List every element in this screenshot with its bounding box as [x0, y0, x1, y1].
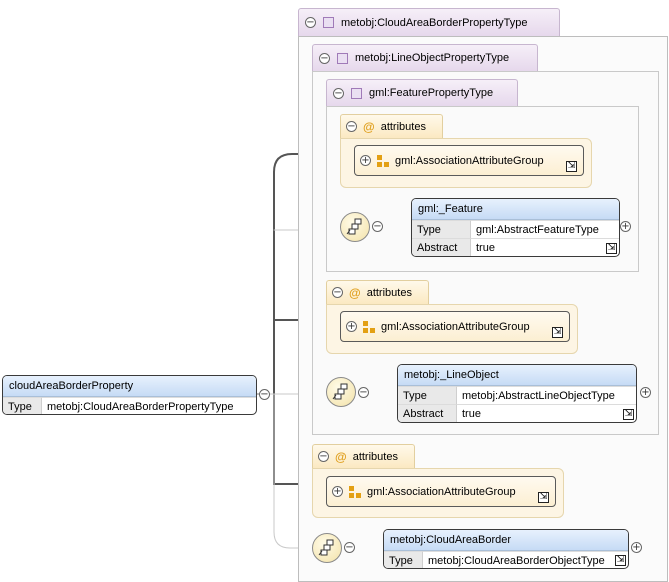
collapse-icon[interactable]: − — [332, 287, 343, 298]
attribute-group-label: gml:AssociationAttributeGroup — [381, 320, 530, 333]
collapse-icon[interactable]: − — [319, 52, 330, 64]
expand-icon[interactable]: + — [640, 387, 651, 398]
attributes-tab: − @ attributes — [312, 444, 415, 468]
complex-type-icon — [323, 17, 334, 28]
element-card-line-object[interactable]: metobj:_LineObject Type metobj:AbstractLi… — [397, 364, 637, 423]
type-key: Type — [412, 220, 471, 238]
element-card-feature[interactable]: gml:_Feature Type gml:AbstractFeatureType… — [411, 198, 620, 257]
expand-icon[interactable]: + — [620, 221, 631, 232]
link-arrow-icon[interactable]: ⇲ — [606, 243, 617, 254]
collapse-icon[interactable]: − — [358, 387, 369, 398]
attribute-group-label: gml:AssociationAttributeGroup — [367, 485, 516, 498]
link-arrow-icon[interactable]: ⇲ — [566, 161, 577, 172]
element-card-cloud-area-border[interactable]: metobj:CloudAreaBorder Type metobj:CloudA… — [383, 529, 629, 569]
complex-type-label: metobj:LineObjectPropertyType — [355, 52, 510, 64]
complex-type-icon — [337, 52, 348, 64]
link-arrow-icon[interactable]: ⇲ — [623, 409, 634, 420]
complex-type-tab-1: − metobj:LineObjectPropertyType — [312, 44, 538, 71]
element-name: metobj:_LineObject — [398, 365, 636, 386]
type-key: Type — [384, 551, 423, 568]
complex-type-icon — [351, 87, 362, 99]
expand-icon[interactable]: + — [332, 486, 343, 497]
attribute-group-label: gml:AssociationAttributeGroup — [395, 154, 544, 167]
abstract-value: true — [457, 404, 636, 422]
attributes-tab: − @ attributes — [326, 280, 429, 304]
element-name: gml:_Feature — [412, 199, 619, 220]
expand-icon[interactable]: + — [631, 542, 642, 553]
sequence-icon — [312, 533, 342, 563]
collapse-icon[interactable]: − — [305, 17, 316, 28]
link-arrow-icon[interactable]: ⇲ — [615, 555, 626, 566]
collapse-icon[interactable]: − — [344, 542, 355, 553]
complex-type-tab-2: − gml:FeaturePropertyType — [326, 79, 518, 106]
root-element-card[interactable]: cloudAreaBorderProperty Type metobj:Cloud… — [2, 375, 257, 415]
attribute-group-box[interactable]: + gml:AssociationAttributeGroup ⇲ — [326, 476, 556, 507]
sequence-icon — [326, 377, 356, 407]
attribute-group-icon — [377, 154, 389, 167]
type-key: Type — [398, 386, 457, 404]
complex-type-label: metobj:CloudAreaBorderPropertyType — [341, 16, 528, 29]
type-key: Type — [3, 397, 42, 414]
attributes-label: attributes — [380, 120, 426, 133]
element-name: metobj:CloudAreaBorder — [384, 530, 628, 551]
attribute-icon: @ — [349, 285, 361, 300]
link-arrow-icon[interactable]: ⇲ — [538, 492, 549, 503]
collapse-icon[interactable]: − — [259, 389, 270, 400]
attributes-label: attributes — [366, 286, 412, 299]
collapse-icon[interactable]: − — [346, 121, 357, 132]
collapse-icon[interactable]: − — [333, 87, 344, 99]
attribute-group-icon — [363, 320, 375, 333]
attribute-group-icon — [349, 485, 361, 498]
abstract-value: true — [471, 238, 619, 256]
type-value: metobj:CloudAreaBorderPropertyType — [42, 397, 256, 414]
abstract-key: Abstract — [398, 404, 457, 422]
attributes-tab: − @ attributes — [340, 114, 443, 138]
attributes-label: attributes — [352, 450, 398, 463]
complex-type-tab-0: − metobj:CloudAreaBorderPropertyType — [298, 8, 560, 36]
attribute-group-box[interactable]: + gml:AssociationAttributeGroup ⇲ — [354, 145, 584, 176]
root-element-name: cloudAreaBorderProperty — [3, 376, 256, 397]
complex-type-label: gml:FeaturePropertyType — [369, 87, 494, 99]
attribute-icon: @ — [363, 119, 375, 134]
type-value: gml:AbstractFeatureType — [471, 220, 619, 238]
sequence-icon — [340, 212, 370, 242]
attribute-group-box[interactable]: + gml:AssociationAttributeGroup ⇲ — [340, 311, 570, 342]
type-value: metobj:CloudAreaBorderObjectType — [423, 551, 628, 568]
abstract-key: Abstract — [412, 238, 471, 256]
collapse-icon[interactable]: − — [372, 221, 383, 232]
link-arrow-icon[interactable]: ⇲ — [552, 327, 563, 338]
expand-icon[interactable]: + — [360, 155, 371, 166]
attribute-icon: @ — [335, 449, 347, 464]
expand-icon[interactable]: + — [346, 321, 357, 332]
type-value: metobj:AbstractLineObjectType — [457, 386, 636, 404]
collapse-icon[interactable]: − — [318, 451, 329, 462]
